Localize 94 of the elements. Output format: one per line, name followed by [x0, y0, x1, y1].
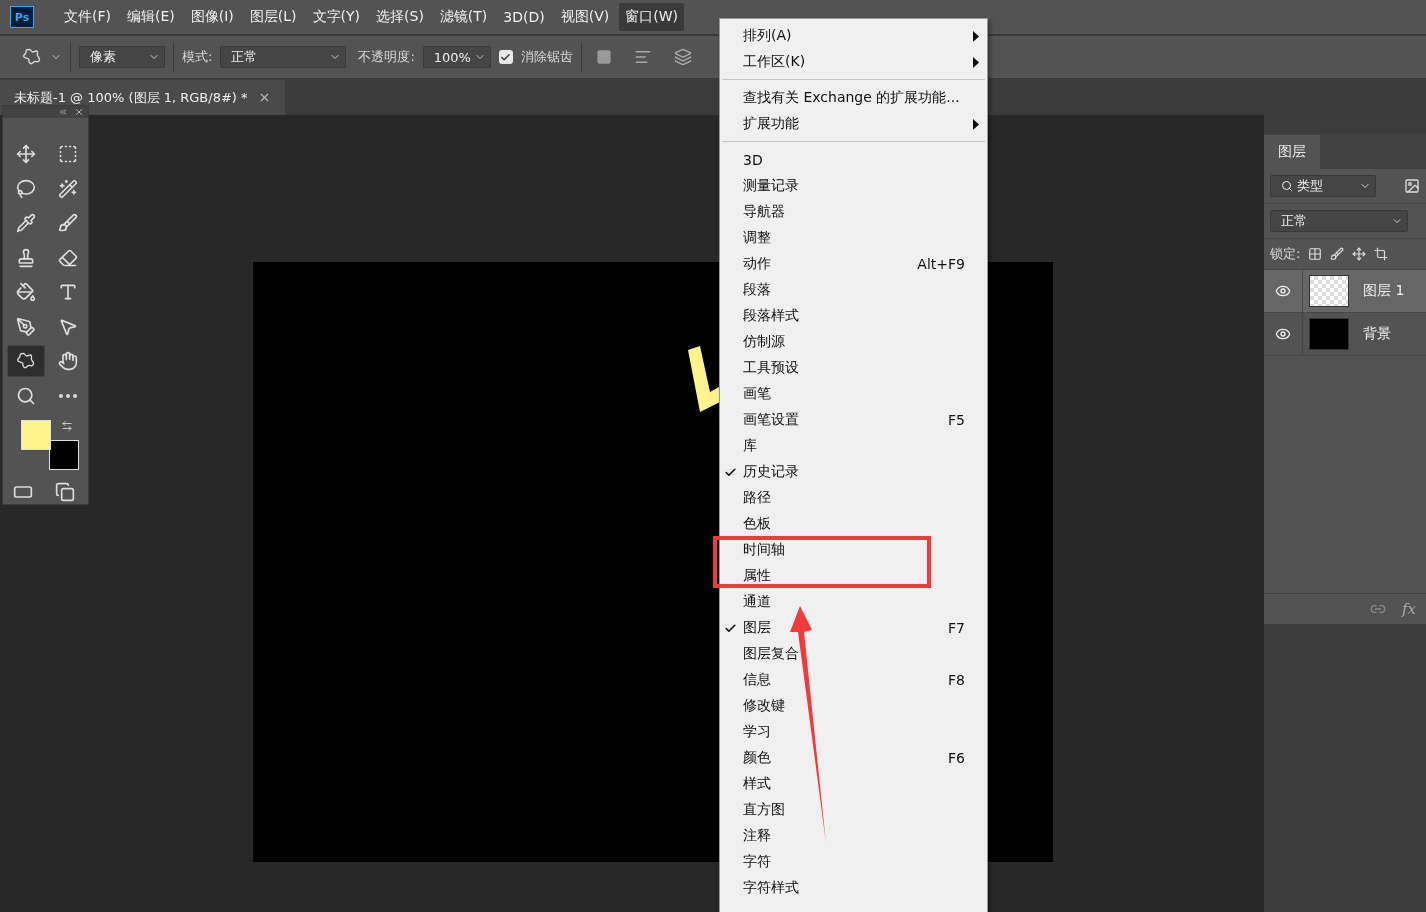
opacity-field[interactable]: 100% [422, 46, 491, 68]
menu-title[interactable]: 图像(I) [184, 3, 240, 31]
menu-item[interactable]: 字符 [720, 849, 987, 875]
magic-wand-icon [58, 178, 78, 199]
mode-select[interactable]: 像素 [79, 46, 165, 68]
mode-label: 模式: [182, 48, 213, 66]
search-icon [16, 385, 36, 406]
eraser-icon [58, 247, 78, 268]
close-icon[interactable] [74, 107, 84, 117]
screen-mode-icon[interactable] [55, 482, 75, 502]
menu-item[interactable]: 段落 [720, 277, 987, 303]
menu-title[interactable]: 视图(V) [554, 3, 616, 31]
menu-title[interactable]: 文件(F) [58, 3, 117, 31]
menu-item[interactable]: 属性 [720, 563, 987, 589]
background-swatch[interactable] [49, 440, 79, 470]
menu-item[interactable]: 图层复合 [720, 641, 987, 667]
eye-icon[interactable] [1275, 326, 1291, 342]
blend-select[interactable]: 正常 [1270, 210, 1408, 232]
menu-item[interactable]: 字符样式 [720, 875, 987, 901]
lasso-icon [16, 178, 36, 199]
hand-icon [58, 351, 78, 371]
pen-icon [16, 316, 36, 337]
menu-item[interactable]: 路径 [720, 485, 987, 511]
stamp-icon [16, 247, 36, 268]
menu-item[interactable]: 信息 F8 [720, 667, 987, 693]
menu-item[interactable]: 样式 [720, 771, 987, 797]
menu-title[interactable]: 滤镜(T) [433, 3, 494, 31]
menu-item[interactable]: 注释 [720, 823, 987, 849]
brush-icon [58, 213, 78, 233]
menu-title[interactable]: 窗口(W) [619, 3, 685, 31]
menu-item[interactable]: 段落样式 [720, 303, 987, 329]
marquee-icon [58, 144, 78, 164]
foreground-swatch[interactable] [21, 420, 51, 450]
menu-item[interactable]: 库 [720, 433, 987, 459]
search-icon [1281, 180, 1293, 192]
document-tab[interactable]: 未标题-1 @ 100% (图层 1, RGB/8#) * [0, 80, 285, 115]
blob-shape-icon [16, 351, 36, 371]
blend-mode-select[interactable]: 正常 [220, 46, 347, 68]
menu-title[interactable]: 图层(L) [243, 3, 303, 31]
layer-name: 背景 [1363, 325, 1391, 343]
menu-item[interactable]: 工具预设 [720, 355, 987, 381]
menu-item[interactable]: 历史记录 [720, 459, 987, 485]
layer-name: 图层 1 [1363, 282, 1405, 300]
eyedropper-icon [16, 213, 36, 233]
menu-item[interactable]: 直方图 [720, 797, 987, 823]
menu-item[interactable]: 学习 [720, 719, 987, 745]
menu-item[interactable]: 查找有关 Exchange 的扩展功能... [720, 85, 987, 111]
menu-item[interactable]: 画笔 [720, 381, 987, 407]
move-icon[interactable] [1352, 247, 1367, 261]
opacity-label: 不透明度: [358, 48, 415, 66]
menu-item[interactable]: 颜色 F6 [720, 745, 987, 771]
panel-tab[interactable]: 图层 [1264, 135, 1320, 169]
menu-item[interactable]: 画笔设置 F5 [720, 407, 987, 433]
align-icon[interactable] [633, 48, 652, 66]
antialias-label: 消除锯齿 [520, 48, 573, 66]
paint-bucket-icon [16, 282, 36, 302]
type-icon [58, 282, 78, 302]
menu-title[interactable]: 文字(Y) [306, 3, 367, 31]
menu-title[interactable]: 选择(S) [370, 3, 430, 31]
checker-icon[interactable] [1308, 247, 1323, 261]
menu-item[interactable]: 导航器 [720, 199, 987, 225]
layer-row[interactable]: 背景 [1264, 313, 1426, 356]
eye-icon[interactable] [1275, 283, 1291, 299]
menu-item[interactable]: 扩展功能 [720, 111, 987, 137]
more-icon [59, 393, 77, 398]
brush-icon[interactable] [1330, 247, 1345, 261]
image-icon[interactable] [1404, 178, 1420, 194]
menu-item[interactable]: 通道 [720, 589, 987, 615]
menu-item[interactable]: 工作区(K) [720, 49, 987, 75]
filter-select[interactable]: 类型 [1270, 175, 1376, 197]
blob-shape-icon[interactable] [22, 47, 42, 67]
menu-item[interactable]: 排列(A) [720, 23, 987, 49]
swap-icon[interactable] [61, 420, 73, 432]
menu-item[interactable]: 测量记录 [720, 173, 987, 199]
square-icon[interactable] [595, 49, 612, 65]
layers-icon[interactable] [673, 48, 692, 66]
lock-label: 锁定: [1270, 245, 1301, 263]
menu-item[interactable]: 调整 [720, 225, 987, 251]
crop-icon[interactable] [1374, 247, 1389, 261]
menu-item[interactable]: 修改键 [720, 693, 987, 719]
menu-item[interactable]: 3D [720, 147, 987, 173]
tool-button[interactable] [7, 345, 45, 377]
antialias-checkbox[interactable] [498, 50, 513, 64]
collapse-icon[interactable] [58, 107, 68, 117]
menu-item[interactable]: 图层 F7 [720, 615, 987, 641]
menu-item[interactable]: 仿制源 [720, 329, 987, 355]
menu-item[interactable]: 时间轴 [720, 537, 987, 563]
app-logo: Ps [10, 6, 34, 28]
menu-title[interactable]: 3D(D) [497, 4, 551, 30]
menu-title[interactable]: 编辑(E) [121, 3, 181, 31]
menu-item[interactable]: 动作 Alt+F9 [720, 251, 987, 277]
move-icon [16, 144, 36, 164]
menu-item[interactable]: 色板 [720, 511, 987, 537]
layer-row[interactable]: 图层 1 [1264, 270, 1426, 313]
